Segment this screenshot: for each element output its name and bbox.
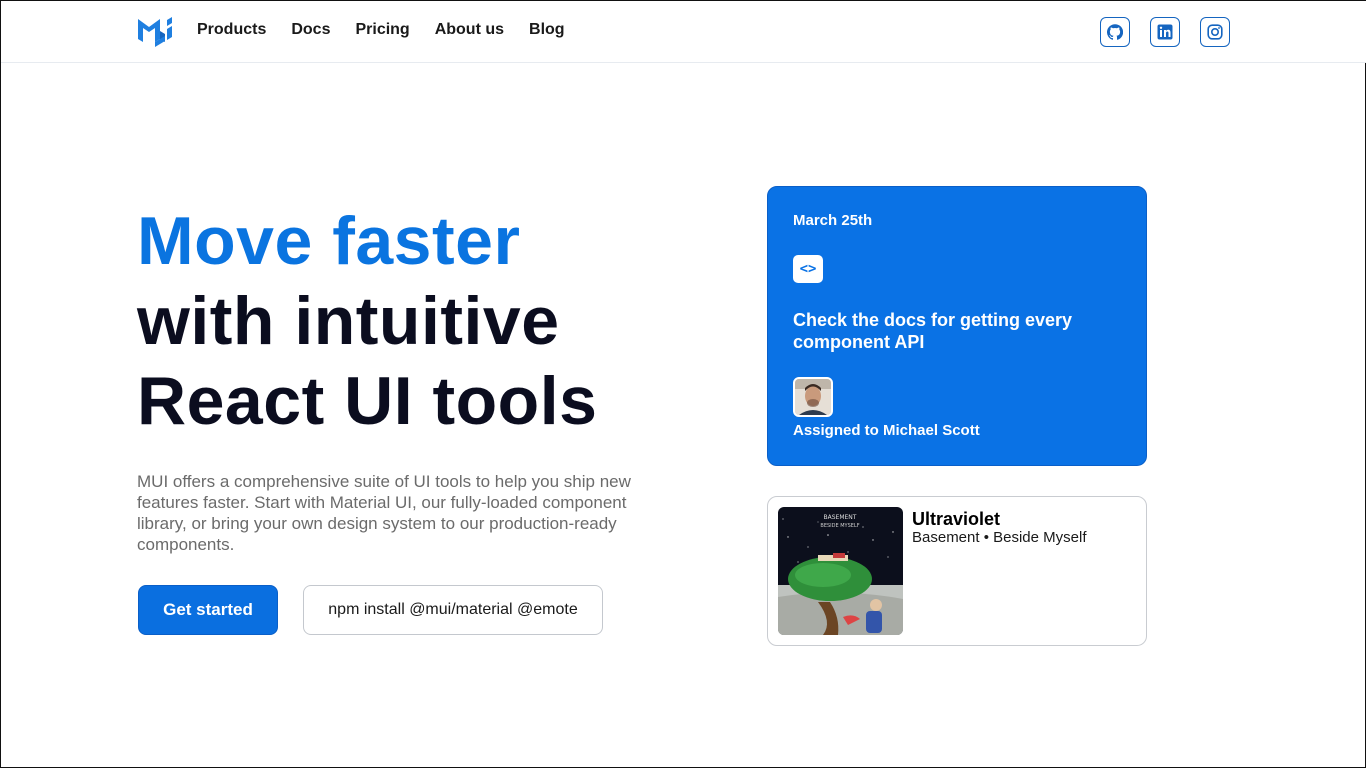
linkedin-button[interactable] bbox=[1150, 17, 1180, 47]
nav-link-products[interactable]: Products bbox=[197, 21, 266, 39]
github-icon bbox=[1107, 24, 1123, 40]
task-assignee: Assigned to Michael Scott bbox=[793, 422, 980, 439]
music-player-card: BASEMENT BESIDE MYSELF Ultraviolet Basem… bbox=[767, 496, 1147, 646]
linkedin-icon bbox=[1157, 24, 1173, 40]
main-nav: Products Docs Pricing About us Blog bbox=[197, 21, 590, 39]
nav-link-about-us[interactable]: About us bbox=[435, 21, 504, 39]
hero-title: Move faster with intuitive React UI tool… bbox=[137, 201, 597, 441]
hero-title-accent: Move faster bbox=[137, 203, 521, 279]
hero-title-line-2: with intuitive bbox=[137, 283, 560, 359]
task-date: March 25th bbox=[793, 212, 873, 229]
hero-title-line-3: React UI tools bbox=[137, 363, 598, 439]
nav-link-blog[interactable]: Blog bbox=[529, 21, 565, 39]
track-title: Ultraviolet bbox=[912, 509, 1001, 529]
npm-install-button[interactable]: npm install @mui/material @emote bbox=[303, 585, 603, 635]
task-text: Check the docs for getting every compone… bbox=[793, 310, 1073, 352]
track-artist-album: Basement • Beside Myself bbox=[912, 529, 1087, 546]
avatar bbox=[793, 377, 833, 417]
album-cover-image: BASEMENT BESIDE MYSELF bbox=[778, 507, 903, 635]
get-started-button[interactable]: Get started bbox=[138, 585, 278, 635]
instagram-icon bbox=[1207, 24, 1223, 40]
nav-link-pricing[interactable]: Pricing bbox=[355, 21, 409, 39]
instagram-button[interactable] bbox=[1200, 17, 1230, 47]
code-icon: <> bbox=[793, 255, 823, 283]
top-navbar: Products Docs Pricing About us Blog bbox=[1, 1, 1366, 63]
album-art-text-1: BASEMENT bbox=[824, 514, 857, 521]
hero-description: MUI offers a comprehensive suite of UI t… bbox=[137, 472, 631, 554]
album-art-text-2: BESIDE MYSELF bbox=[820, 523, 859, 529]
nav-link-docs[interactable]: Docs bbox=[291, 21, 330, 39]
mui-logo-icon[interactable] bbox=[137, 17, 175, 47]
task-card: March 25th <> Check the docs for getting… bbox=[767, 186, 1147, 466]
github-button[interactable] bbox=[1100, 17, 1130, 47]
